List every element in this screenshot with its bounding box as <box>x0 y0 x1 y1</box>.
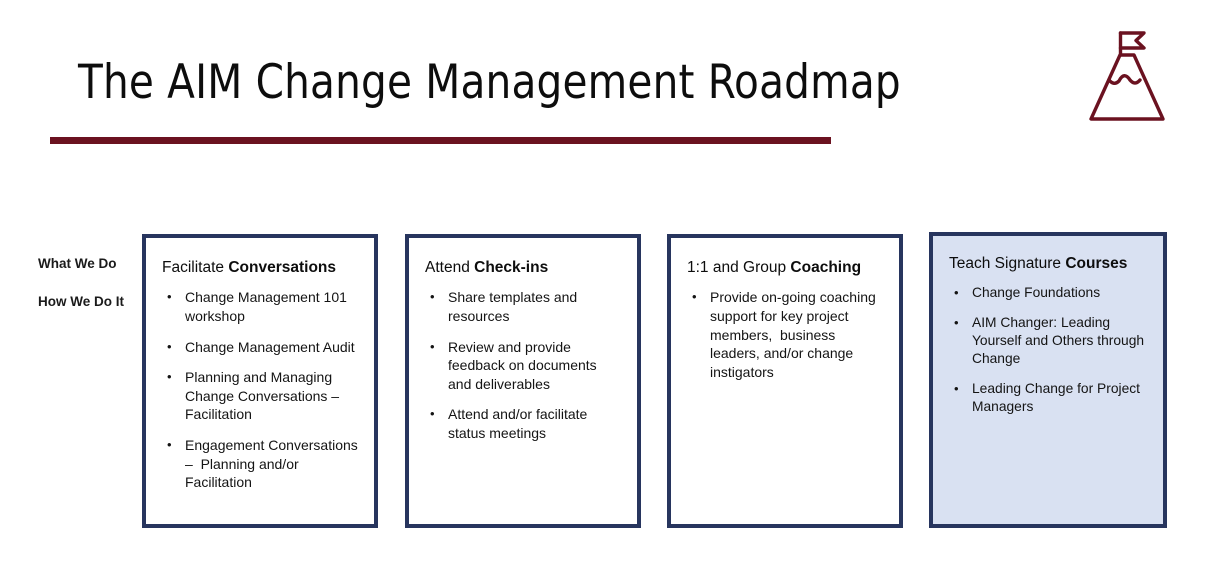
title-underline-rule <box>50 137 831 144</box>
card-header-bold: Check-ins <box>474 259 549 276</box>
card-one-on-one-group-coaching[interactable]: 1:1 and Group Coaching • Provide on-going… <box>667 234 903 528</box>
card-header-bold: Coaching <box>790 259 862 276</box>
card-header-regular: 1:1 and Group <box>687 259 791 276</box>
list-item-text: Change Management Audit <box>185 338 355 355</box>
card-header-bold: Conversations <box>228 259 337 276</box>
bullet-dot-icon: • <box>430 406 435 422</box>
card-header-regular: Attend <box>425 259 475 276</box>
list-item: • Provide on-going coaching support for k… <box>687 288 884 381</box>
list-item: • Review and provide feedback on document… <box>425 338 622 394</box>
bullet-dot-icon: • <box>167 437 172 453</box>
card-header: 1:1 and Group Coaching <box>687 258 884 277</box>
card-header: Attend Check-ins <box>425 258 622 277</box>
list-item-text: Change Management 101 workshop <box>185 289 351 324</box>
list-item: • Leading Change for Project Managers <box>949 380 1148 417</box>
card-header: Facilitate Conversations <box>162 258 359 277</box>
card-bullet-list: • Provide on-going coaching support for k… <box>687 288 884 381</box>
bullet-dot-icon: • <box>954 380 959 396</box>
list-item-text: Review and provide feedback on documents… <box>448 338 601 392</box>
list-item-text: Change Foundations <box>972 285 1101 301</box>
bullet-dot-icon: • <box>692 289 697 305</box>
row-label-how-we-do-it: How We Do It <box>38 294 124 310</box>
card-teach-signature-courses[interactable]: Teach Signature Courses • Change Foundati… <box>929 232 1167 528</box>
list-item: • Change Management 101 workshop <box>162 288 359 325</box>
bullet-dot-icon: • <box>167 289 172 305</box>
row-label-what-we-do: What We Do <box>38 256 117 271</box>
list-item-text: Engagement Conversations – Planning and/… <box>185 437 362 491</box>
list-item-text: Planning and Managing Change Conversatio… <box>185 369 343 423</box>
list-item: • Engagement Conversations – Planning and… <box>162 436 359 492</box>
list-item-text: Provide on-going coaching support for ke… <box>710 289 880 380</box>
row-labels: What We Do How We Do It <box>38 256 143 310</box>
mountain-flag-icon <box>1073 22 1181 132</box>
card-facilitate-conversations[interactable]: Facilitate Conversations • Change Managem… <box>142 234 378 528</box>
list-item: • AIM Changer: Leading Yourself and Other… <box>949 314 1148 369</box>
card-attend-check-ins[interactable]: Attend Check-ins • Share templates and re… <box>405 234 641 528</box>
card-header-regular: Facilitate <box>162 259 229 276</box>
card-header-regular: Teach Signature <box>949 255 1066 272</box>
list-item: • Planning and Managing Change Conversati… <box>162 368 359 424</box>
list-item-text: AIM Changer: Leading Yourself and Others… <box>972 314 1148 367</box>
card-header-bold: Courses <box>1065 255 1128 272</box>
list-item: • Change Management Audit <box>162 338 359 357</box>
bullet-dot-icon: • <box>167 369 172 385</box>
bullet-dot-icon: • <box>167 338 172 354</box>
bullet-dot-icon: • <box>954 314 959 330</box>
list-item: • Change Foundations <box>949 284 1148 302</box>
card-bullet-list: • Change Foundations • AIM Changer: Leadin… <box>949 284 1148 416</box>
card-bullet-list: • Share templates and resources • Review a… <box>425 288 622 442</box>
list-item-text: Share templates and resources <box>448 289 582 324</box>
list-item-text: Attend and/or facilitate status meetings <box>448 406 592 442</box>
card-bullet-list: • Change Management 101 workshop • Change … <box>162 288 359 491</box>
list-item: • Share templates and resources <box>425 288 622 325</box>
list-item-text: Leading Change for Project Managers <box>972 380 1144 415</box>
bullet-dot-icon: • <box>430 338 435 354</box>
bullet-dot-icon: • <box>430 289 435 305</box>
page-title: The AIM Change Management Roadmap <box>78 55 901 110</box>
bullet-dot-icon: • <box>954 285 959 301</box>
card-header: Teach Signature Courses <box>949 254 1148 273</box>
list-item: • Attend and/or facilitate status meeting… <box>425 405 622 442</box>
